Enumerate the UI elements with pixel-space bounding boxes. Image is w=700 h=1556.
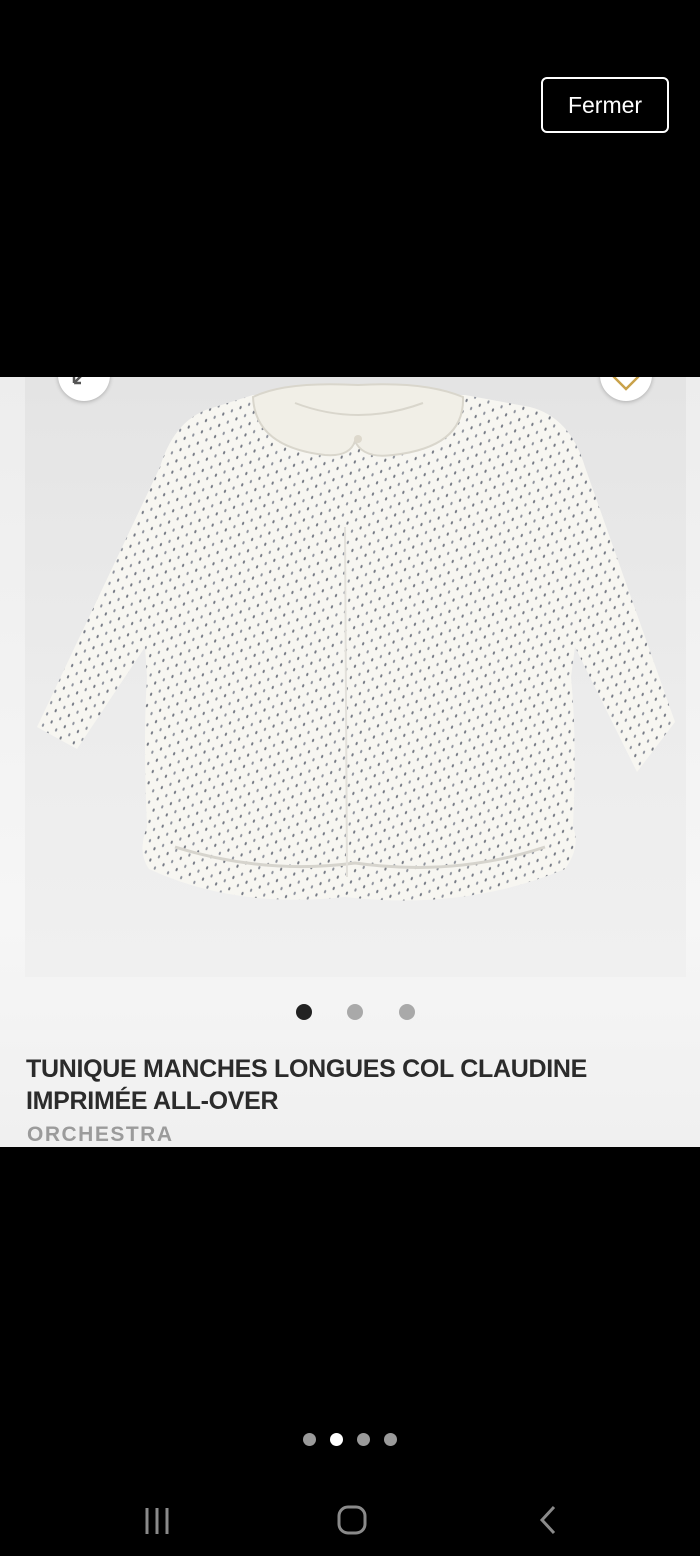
gallery-dot[interactable] [384, 1433, 397, 1446]
favorite-button[interactable] [600, 377, 652, 401]
home-button[interactable] [312, 1490, 392, 1550]
product-brand: ORCHESTRA [27, 1123, 174, 1146]
system-navigation-bar [0, 1490, 700, 1550]
expand-icon [72, 377, 82, 385]
back-button[interactable] [508, 1490, 588, 1550]
expand-button[interactable] [58, 377, 110, 401]
home-icon [337, 1505, 367, 1535]
product-image[interactable] [25, 377, 686, 977]
recents-button[interactable] [117, 1490, 197, 1550]
product-title: TUNIQUE MANCHES LONGUES COL CLAUDINE IMP… [26, 1055, 587, 1115]
gallery-dot[interactable] [330, 1433, 343, 1446]
recent-apps-icon [145, 1508, 169, 1534]
close-button[interactable]: Fermer [541, 77, 669, 133]
gallery-dot[interactable] [303, 1433, 316, 1446]
heart-icon [612, 377, 640, 391]
back-icon [539, 1505, 556, 1535]
pager-dot[interactable] [296, 1004, 312, 1020]
tunic-illustration [37, 383, 675, 901]
pager-dot[interactable] [399, 1004, 415, 1020]
image-pager [0, 1004, 700, 1020]
gallery-dot[interactable] [357, 1433, 370, 1446]
pager-dot[interactable] [347, 1004, 363, 1020]
product-card: TUNIQUE MANCHES LONGUES COL CLAUDINE IMP… [0, 377, 700, 1147]
gallery-pager [0, 1433, 700, 1447]
